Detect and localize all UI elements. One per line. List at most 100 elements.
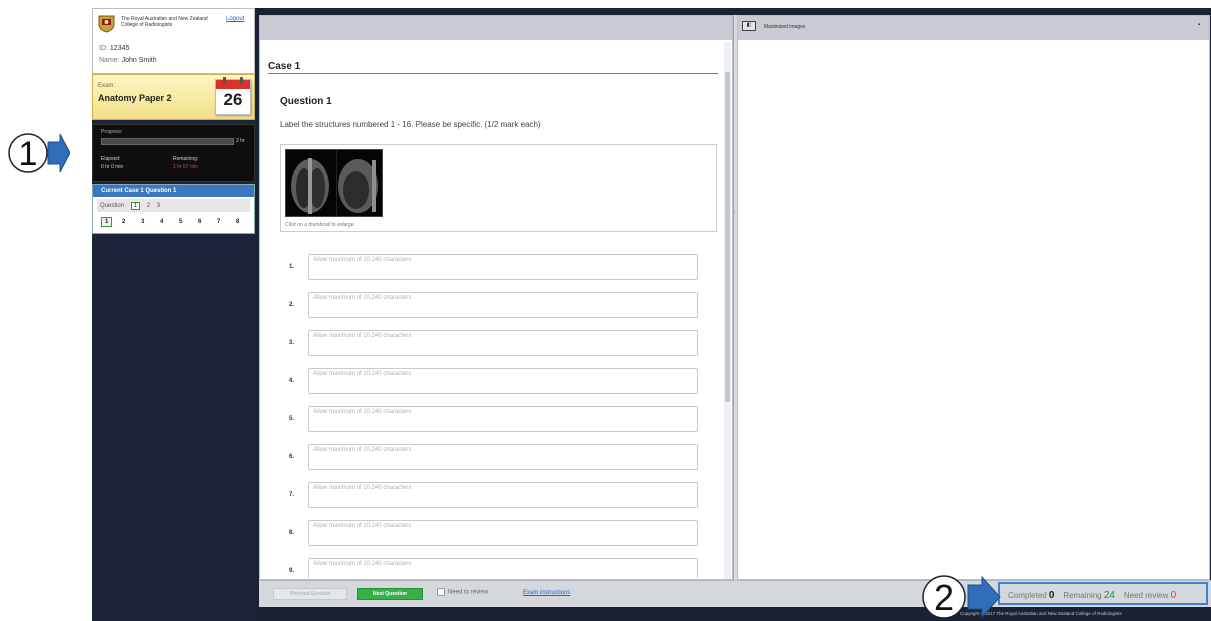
- id-value: 12345: [109, 45, 130, 52]
- answer-input-7[interactable]: [308, 482, 698, 508]
- need-review-count: 0: [1170, 590, 1177, 601]
- id-label: ID:: [99, 45, 108, 52]
- image-viewer-icon[interactable]: ◧: [742, 21, 756, 31]
- question-number-2[interactable]: 2: [147, 203, 150, 209]
- answer-number: 1.: [289, 264, 295, 270]
- exam-name: Anatomy Paper 2: [98, 93, 172, 103]
- next-question-button[interactable]: Next Question: [357, 588, 423, 600]
- item-number-1[interactable]: 1: [101, 217, 113, 227]
- calendar-icon: 26: [215, 77, 251, 115]
- callout-1: 1: [8, 133, 70, 173]
- answer-number: 9.: [289, 568, 295, 574]
- elapsed-value: 0 hr 0 min: [101, 164, 124, 170]
- need-review-label: Need to review: [448, 589, 489, 596]
- answer-row: 3.: [280, 330, 700, 358]
- answer-row: 8.: [280, 520, 700, 548]
- image-viewer-panel: ◧ Maximized images ▪: [737, 15, 1210, 580]
- answer-number: 2.: [289, 302, 295, 308]
- remaining-count: 24: [1103, 590, 1115, 601]
- calendar-day: 26: [223, 90, 243, 109]
- callout-2-number: 2: [934, 577, 954, 618]
- item-number-5[interactable]: 5: [179, 219, 182, 225]
- scrollbar-thumb[interactable]: [725, 72, 730, 402]
- name-label: Name:: [99, 57, 120, 64]
- answer-row: 1.: [280, 254, 700, 282]
- question-navigator: Current Case 1 Question 1 Question 1 2 3…: [92, 184, 255, 234]
- name-value: John Smith: [121, 57, 157, 64]
- college-crest-icon: [98, 15, 115, 33]
- exam-label: Exam:: [98, 83, 116, 89]
- item-number-3[interactable]: 3: [141, 219, 144, 225]
- answer-input-9[interactable]: [308, 558, 698, 578]
- question-selector: Question 1 2 3: [97, 199, 250, 212]
- item-number-4[interactable]: 4: [160, 219, 163, 225]
- need-review-checkbox[interactable]: [437, 588, 445, 596]
- answer-row: 4.: [280, 368, 700, 396]
- answer-row: 7.: [280, 482, 700, 510]
- screen: The Royal Australian and New Zealand Col…: [0, 0, 1211, 621]
- progress-total: 2 hr: [236, 138, 245, 144]
- answer-row: 2.: [280, 292, 700, 320]
- answer-input-5[interactable]: [308, 406, 698, 432]
- thumbnail-area: Click on a thumbnail to enlarge: [280, 144, 717, 232]
- question-number-3[interactable]: 3: [157, 203, 160, 209]
- answer-input-8[interactable]: [308, 520, 698, 546]
- need-review-count-label: Need review: [1123, 591, 1169, 600]
- item-number-7[interactable]: 7: [217, 219, 220, 225]
- candidate-id: ID: 12345: [99, 45, 129, 52]
- exam-instructions-link[interactable]: Exam instructions: [523, 590, 570, 596]
- current-question-header: Current Case 1 Question 1: [93, 185, 254, 197]
- question-title: Question 1: [280, 96, 332, 107]
- answer-input-2[interactable]: [308, 292, 698, 318]
- item-selector: 1 2 3 4 5 6 7 8: [97, 216, 250, 230]
- answer-input-1[interactable]: [308, 254, 698, 280]
- college-header: The Royal Australian and New Zealand Col…: [92, 8, 255, 74]
- answer-input-6[interactable]: [308, 444, 698, 470]
- status-summary: Completed 0 Remaining 24 Need review 0: [998, 582, 1208, 605]
- candidate-name: Name: John Smith: [99, 57, 157, 64]
- answer-number: 3.: [289, 340, 295, 346]
- callout-1-number: 1: [19, 135, 38, 173]
- sidebar: The Royal Australian and New Zealand Col…: [92, 8, 255, 621]
- answer-input-4[interactable]: [308, 368, 698, 394]
- image-viewer-title: Maximized images: [764, 24, 806, 30]
- item-number-2[interactable]: 2: [122, 219, 125, 225]
- exam-card: Exam: Anatomy Paper 2 26: [92, 74, 255, 120]
- question-number-1[interactable]: 1: [130, 202, 141, 210]
- panel-menu-icon[interactable]: ▪: [1198, 22, 1200, 28]
- question-panel: Case 1 Question 1 Label the structures n…: [259, 15, 733, 580]
- answer-input-3[interactable]: [308, 330, 698, 356]
- progress-bar: [101, 138, 234, 145]
- answer-number: 5.: [289, 416, 295, 422]
- answer-number: 6.: [289, 454, 295, 460]
- question-label: Question: [100, 203, 125, 209]
- elapsed-label: Elapsed:: [101, 156, 121, 162]
- progress-label: Progress:: [101, 129, 123, 135]
- remaining-time: Remaining: 1 hr 57 min: [173, 155, 198, 171]
- xray-image-icon: [286, 150, 382, 216]
- case-title: Case 1: [268, 61, 301, 72]
- remaining-value: 1 hr 57 min: [173, 164, 199, 170]
- previous-question-button[interactable]: Previous Question: [273, 588, 347, 600]
- answer-row: 9.: [280, 558, 700, 578]
- xray-thumbnail[interactable]: [285, 149, 383, 217]
- remaining-label: Remaining: [1063, 591, 1102, 600]
- answer-number: 8.: [289, 530, 295, 536]
- case-divider: [268, 73, 718, 74]
- question-scrollbar[interactable]: [724, 42, 731, 579]
- completed-label: Completed: [1008, 591, 1047, 600]
- question-text: Label the structures numbered 1 - 16. Pl…: [280, 120, 541, 129]
- item-number-8[interactable]: 8: [236, 219, 239, 225]
- college-name: The Royal Australian and New Zealand Col…: [121, 16, 208, 28]
- callout-2: 2: [922, 575, 1001, 619]
- answer-number: 7.: [289, 492, 295, 498]
- completed-count: 0: [1048, 590, 1055, 601]
- image-viewer-toolbar: ◧ Maximized images ▪: [738, 16, 1209, 40]
- item-number-6[interactable]: 6: [198, 219, 201, 225]
- logout-link[interactable]: Logout: [226, 16, 244, 22]
- answer-row: 6.: [280, 444, 700, 472]
- need-review-toggle[interactable]: Need to review: [437, 588, 488, 596]
- elapsed-time: Elapsed: 0 hr 0 min: [101, 155, 123, 171]
- answer-row: 5.: [280, 406, 700, 434]
- remaining-label: Remaining:: [173, 156, 199, 162]
